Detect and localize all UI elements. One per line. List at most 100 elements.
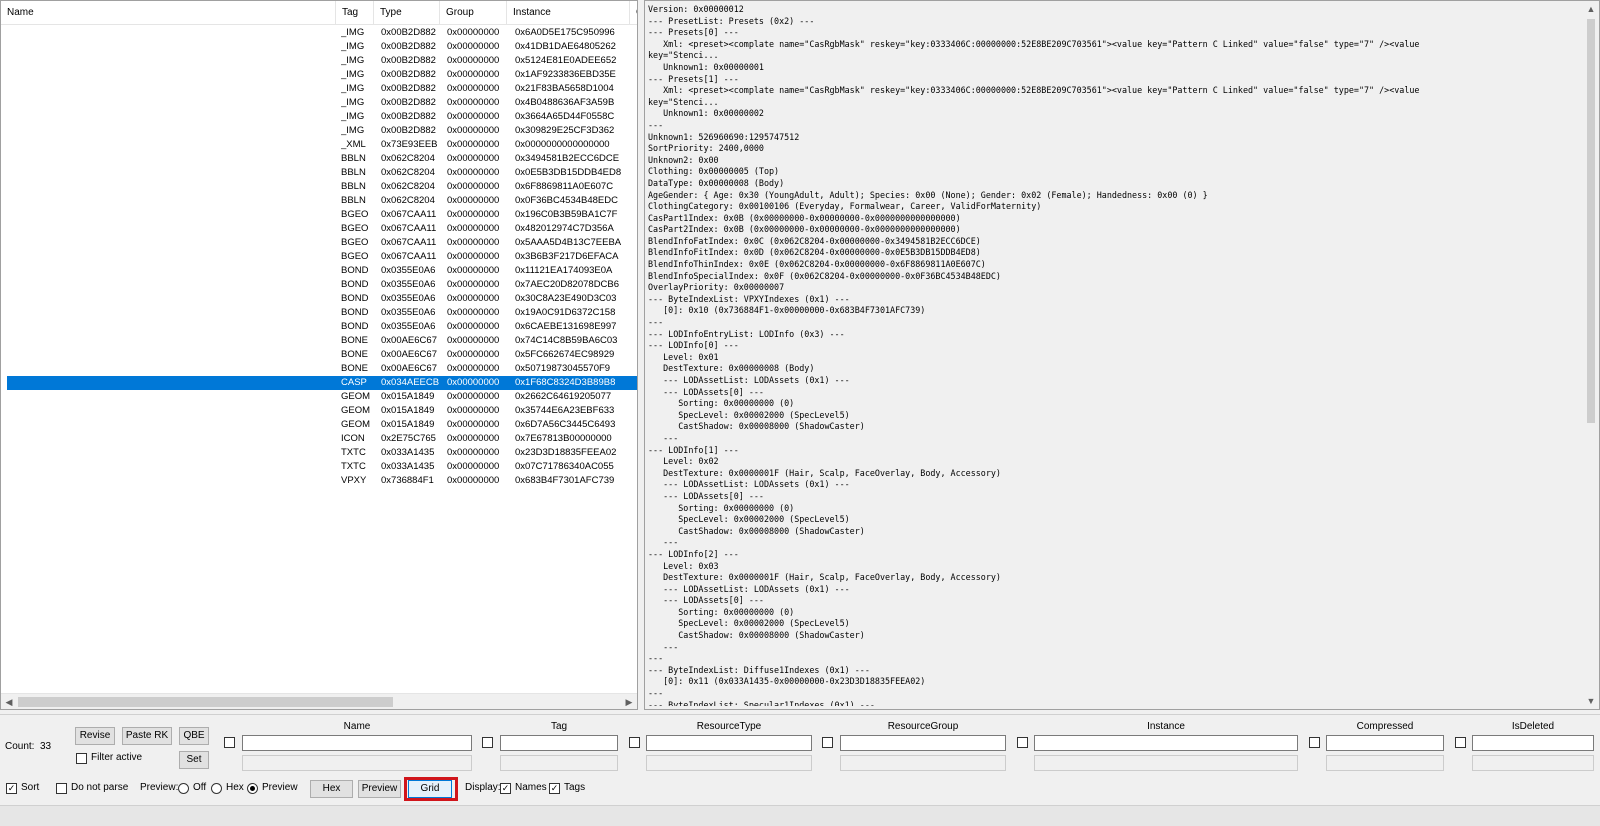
filter-compressed-input[interactable] [1326,735,1444,751]
vertical-scrollbar[interactable]: ▲ ▼ [1583,1,1599,709]
filter-tag-input[interactable] [500,735,618,751]
table-row[interactable]: BONE 0x00AE6C67 0x00000000 0x5FC662674EC989… [7,348,637,362]
cell-instance: 0x3664A65D44F0558C [515,111,615,122]
preview-line: CastShadow: 0x00008000 (ShadowCaster) [648,421,865,432]
scroll-thumb[interactable] [1587,19,1595,423]
table-row[interactable]: _IMG 0x00B2D882 0x00000000 0x21F83BA5658D10… [7,82,637,96]
column-header-name[interactable]: Name [1,1,336,25]
column-header-type[interactable]: Type [374,1,440,25]
filter-compressed-checkbox[interactable] [1309,737,1320,748]
tags-checkbox[interactable]: ✓ [549,783,560,794]
cell-instance: 0x4B0488636AF3A59B [515,97,615,108]
column-header-tag[interactable]: Tag [336,1,374,25]
revise-button[interactable]: Revise [75,727,115,745]
table-row[interactable]: BOND 0x0355E0A6 0x00000000 0x7AEC20D82078DC… [7,278,637,292]
table-row[interactable]: BONE 0x00AE6C67 0x00000000 0x50719873045570… [7,362,637,376]
preview-line: CastShadow: 0x00008000 (ShadowCaster) [648,630,865,641]
table-row[interactable]: CASP 0x034AEECB 0x00000000 0x1F68C8324D3B89… [7,376,637,390]
table-row[interactable]: BGEO 0x067CAA11 0x00000000 0x196C0B3B59BA1C… [7,208,637,222]
cell-group: 0x00000000 [447,195,500,206]
table-row[interactable]: _IMG 0x00B2D882 0x00000000 0x5124E81E0ADEE6… [7,54,637,68]
table-row[interactable]: _IMG 0x00B2D882 0x00000000 0x3664A65D44F055… [7,110,637,124]
filter-type-checkbox[interactable] [629,737,640,748]
cell-tag: GEOM [341,405,371,416]
table-row[interactable]: TXTC 0x033A1435 0x00000000 0x07C71786340AC0… [7,460,637,474]
table-row[interactable]: BBLN 0x062C8204 0x00000000 0x0E5B3DB15DDB4E… [7,166,637,180]
table-row[interactable]: BGEO 0x067CAA11 0x00000000 0x482012974C7D35… [7,222,637,236]
column-header-compressed[interactable]: C [630,1,637,25]
filter-type-input[interactable] [646,735,812,751]
resource-list[interactable]: Name Tag Type Group Instance C _IMG 0x00B… [0,0,638,710]
table-row[interactable]: BBLN 0x062C8204 0x00000000 0x3494581B2ECC6D… [7,152,637,166]
filter-type-value[interactable] [646,755,812,771]
cell-instance: 0x11121EA174093E0A [515,265,613,276]
filter-tag-checkbox[interactable] [482,737,493,748]
filter-compressed-value[interactable] [1326,755,1444,771]
filter-isdeleted-checkbox[interactable] [1455,737,1466,748]
column-header-group[interactable]: Group [440,1,507,25]
hex-button[interactable]: Hex [310,780,353,798]
filter-group-input[interactable] [840,735,1006,751]
table-row[interactable]: BGEO 0x067CAA11 0x00000000 0x5AAA5D4B13C7EE… [7,236,637,250]
filter-instance-input[interactable] [1034,735,1298,751]
filter-group-checkbox[interactable] [822,737,833,748]
table-row[interactable]: _IMG 0x00B2D882 0x00000000 0x309829E25CF3D3… [7,124,637,138]
table-row[interactable]: VPXY 0x736884F1 0x00000000 0x683B4F7301AFC7… [7,474,637,488]
table-row[interactable]: _IMG 0x00B2D882 0x00000000 0x4B0488636AF3A5… [7,96,637,110]
column-header-instance[interactable]: Instance [507,1,630,25]
filter-active-checkbox[interactable] [76,753,87,764]
table-row[interactable]: GEOM 0x015A1849 0x00000000 0x2662C646192050… [7,390,637,404]
table-row[interactable]: BBLN 0x062C8204 0x00000000 0x6F8869811A0E60… [7,180,637,194]
sort-checkbox[interactable]: ✓ [6,783,17,794]
scroll-thumb[interactable] [18,697,393,707]
table-row[interactable]: GEOM 0x015A1849 0x00000000 0x6D7A56C3445C64… [7,418,637,432]
table-row[interactable]: BOND 0x0355E0A6 0x00000000 0x6CAEBE131698E9… [7,320,637,334]
cell-instance: 0x6A0D5E175C950996 [515,27,615,38]
table-row[interactable]: BONE 0x00AE6C67 0x00000000 0x74C14C8B59BA6C… [7,334,637,348]
table-row[interactable]: ICON 0x2E75C765 0x00000000 0x7E67813B000000… [7,432,637,446]
table-row[interactable]: _XML 0x73E93EEB 0x00000000 0x00000000000000… [7,138,637,152]
cell-instance: 0x74C14C8B59BA6C03 [515,335,618,346]
filter-instance-checkbox[interactable] [1017,737,1028,748]
table-row[interactable]: _IMG 0x00B2D882 0x00000000 0x41DB1DAE648052… [7,40,637,54]
paste-rk-button[interactable]: Paste RK [122,727,172,745]
horizontal-scrollbar[interactable]: ◀ ▶ [1,693,637,709]
cell-instance: 0x0F36BC4534B48EDC [515,195,618,206]
preview-line: BlendInfoFitIndex: 0x0D (0x062C8204-0x00… [648,247,981,258]
table-row[interactable]: BBLN 0x062C8204 0x00000000 0x0F36BC4534B48E… [7,194,637,208]
names-checkbox[interactable]: ✓ [500,783,511,794]
cell-instance: 0x1F68C8324D3B89B8 [515,377,616,388]
set-button[interactable]: Set [179,751,209,769]
preview-text[interactable]: Version: 0x00000012 --- PresetList: Prese… [648,4,1583,706]
preview-button[interactable]: Preview [358,780,401,798]
table-row[interactable]: BOND 0x0355E0A6 0x00000000 0x30C8A23E490D3C… [7,292,637,306]
do-not-parse-checkbox[interactable] [56,783,67,794]
table-row[interactable]: BGEO 0x067CAA11 0x00000000 0x3B6B3F217D6EFA… [7,250,637,264]
scroll-up-icon[interactable]: ▲ [1583,1,1599,17]
scroll-right-icon[interactable]: ▶ [621,694,637,709]
preview-hex-radio[interactable] [211,783,222,794]
preview-pane[interactable]: Version: 0x00000012 --- PresetList: Prese… [644,0,1600,710]
filter-name-value[interactable] [242,755,472,771]
scroll-down-icon[interactable]: ▼ [1583,693,1599,709]
filter-header-name: Name [343,721,371,732]
filter-name-checkbox[interactable] [224,737,235,748]
preview-preview-radio[interactable] [247,783,258,794]
filter-group-value[interactable] [840,755,1006,771]
filter-name-input[interactable] [242,735,472,751]
filter-instance-value[interactable] [1034,755,1298,771]
table-row[interactable]: _IMG 0x00B2D882 0x00000000 0x6A0D5E175C9509… [7,26,637,40]
table-row[interactable]: BOND 0x0355E0A6 0x00000000 0x19A0C91D6372C1… [7,306,637,320]
filter-isdeleted-input[interactable] [1472,735,1594,751]
scroll-left-icon[interactable]: ◀ [1,694,17,709]
preview-off-radio[interactable] [178,783,189,794]
table-row[interactable]: _IMG 0x00B2D882 0x00000000 0x1AF9233836EBD3… [7,68,637,82]
preview-line: --- ByteIndexList: Specular1Indexes (0x1… [648,699,875,706]
table-row[interactable]: TXTC 0x033A1435 0x00000000 0x23D3D18835FEEA… [7,446,637,460]
filter-tag-value[interactable] [500,755,618,771]
filter-isdeleted-value[interactable] [1472,755,1594,771]
table-row[interactable]: BOND 0x0355E0A6 0x00000000 0x11121EA174093E… [7,264,637,278]
table-row[interactable]: GEOM 0x015A1849 0x00000000 0x35744E6A23EBF6… [7,404,637,418]
cell-tag: GEOM [341,391,371,402]
qbe-button[interactable]: QBE [179,727,209,745]
